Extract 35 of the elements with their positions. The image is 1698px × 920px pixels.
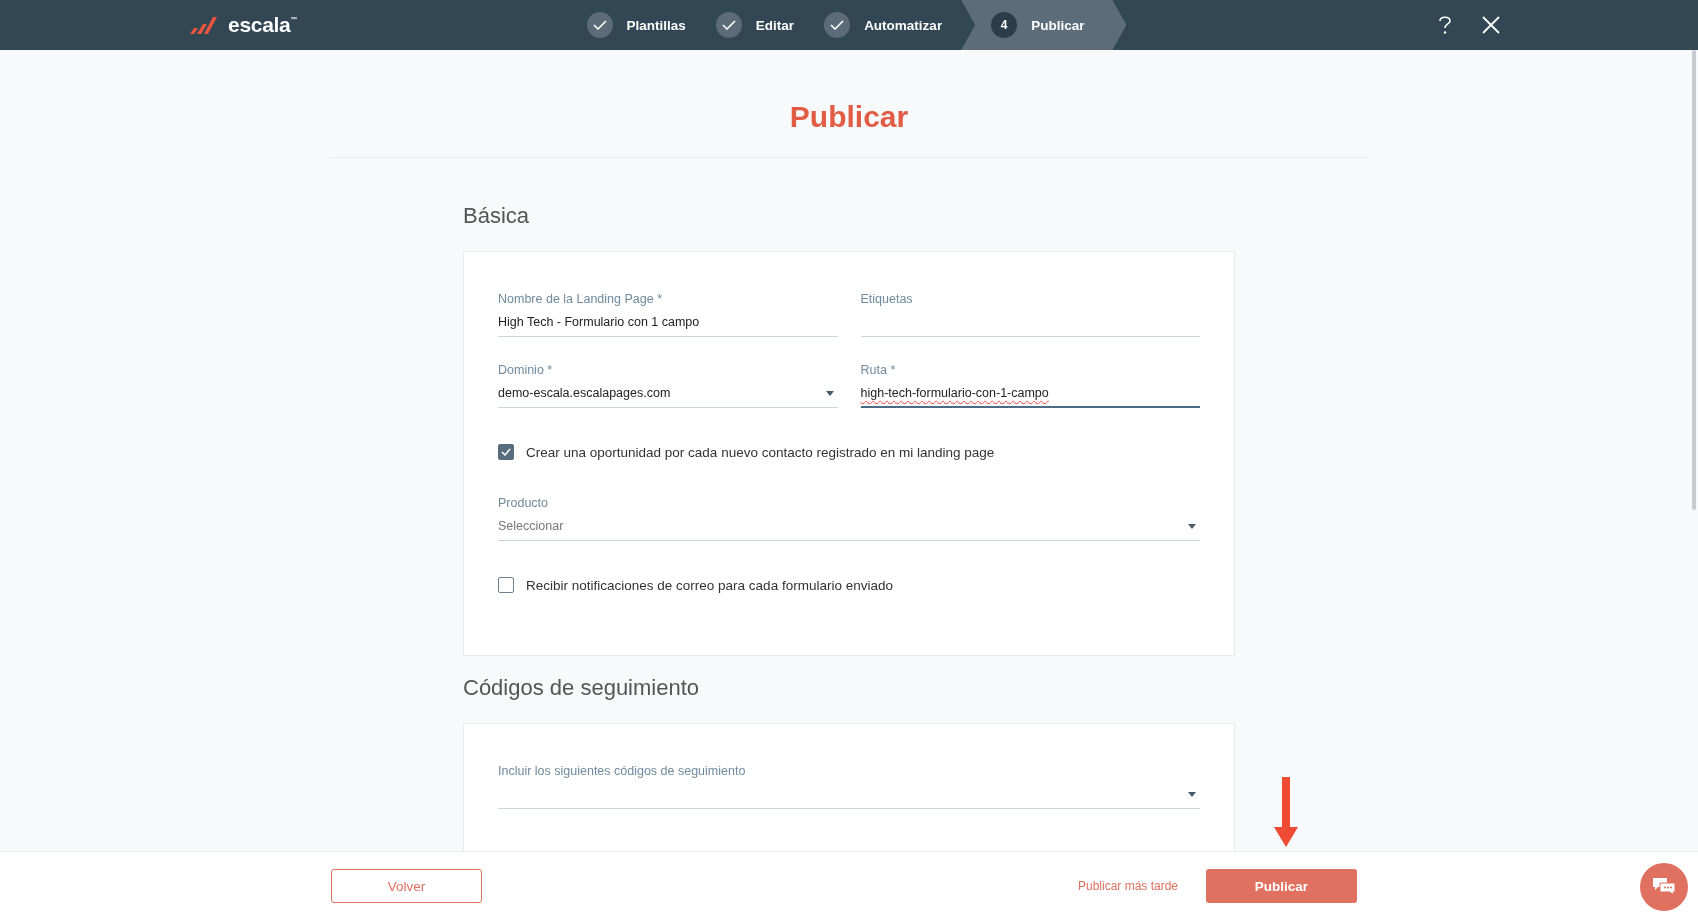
caret-icon <box>1188 523 1196 529</box>
section-title: Básica <box>463 202 531 230</box>
page-title: Publicar <box>788 99 910 135</box>
close-icon[interactable] <box>1482 16 1500 34</box>
chat-icon <box>1652 877 1676 897</box>
checkbox-label: Crear una oportunidad por cada nuevo contacto registrado en mi landing page <box>526 444 995 460</box>
caret-icon <box>1188 791 1196 797</box>
caret-icon <box>825 390 834 396</box>
field-label: Incluir los siguientes códigos de seguimiento <box>498 764 747 778</box>
input-field[interactable]: high-tech-formulario-con-1-campo <box>860 382 1200 408</box>
step-tab[interactable]: Editar <box>700 0 810 50</box>
checkbox[interactable] <box>498 444 514 460</box>
checkbox-label: Recibir notificaciones de correo para cada formulario enviado <box>526 577 893 593</box>
field-label: Nombre de la Landing Page * <box>498 292 663 306</box>
field-label: Dominio * <box>498 363 554 377</box>
field-label: Producto <box>498 496 550 510</box>
step-tab[interactable]: Automatizar <box>809 0 958 50</box>
step-number: 4 <box>991 12 1018 38</box>
field-value: high-tech-formulario-con-1-campo <box>860 386 1049 400</box>
dropdown-field[interactable]: demo-escala.escalapages.com <box>498 382 838 408</box>
annotation-arrow <box>1274 777 1298 847</box>
section-title: Códigos de seguimiento <box>463 674 701 702</box>
chat-button[interactable] <box>1640 863 1688 911</box>
step-tab[interactable]: 4 Publicar <box>961 0 1127 50</box>
checkbox[interactable] <box>498 577 514 593</box>
field-value: High Tech - Formulario con 1 campo <box>498 315 700 329</box>
field-label: Ruta * <box>860 363 897 377</box>
scrollbar[interactable] <box>1692 50 1696 510</box>
input-field[interactable]: High Tech - Formulario con 1 campo <box>498 311 838 337</box>
help-icon[interactable] <box>1438 15 1452 35</box>
field-label: Etiquetas <box>860 292 914 306</box>
dropdown-field[interactable]: Seleccionar <box>498 515 1200 541</box>
step-tab[interactable]: Plantillas <box>571 0 701 50</box>
check-icon <box>501 448 511 456</box>
logo-text: escala <box>228 13 291 37</box>
